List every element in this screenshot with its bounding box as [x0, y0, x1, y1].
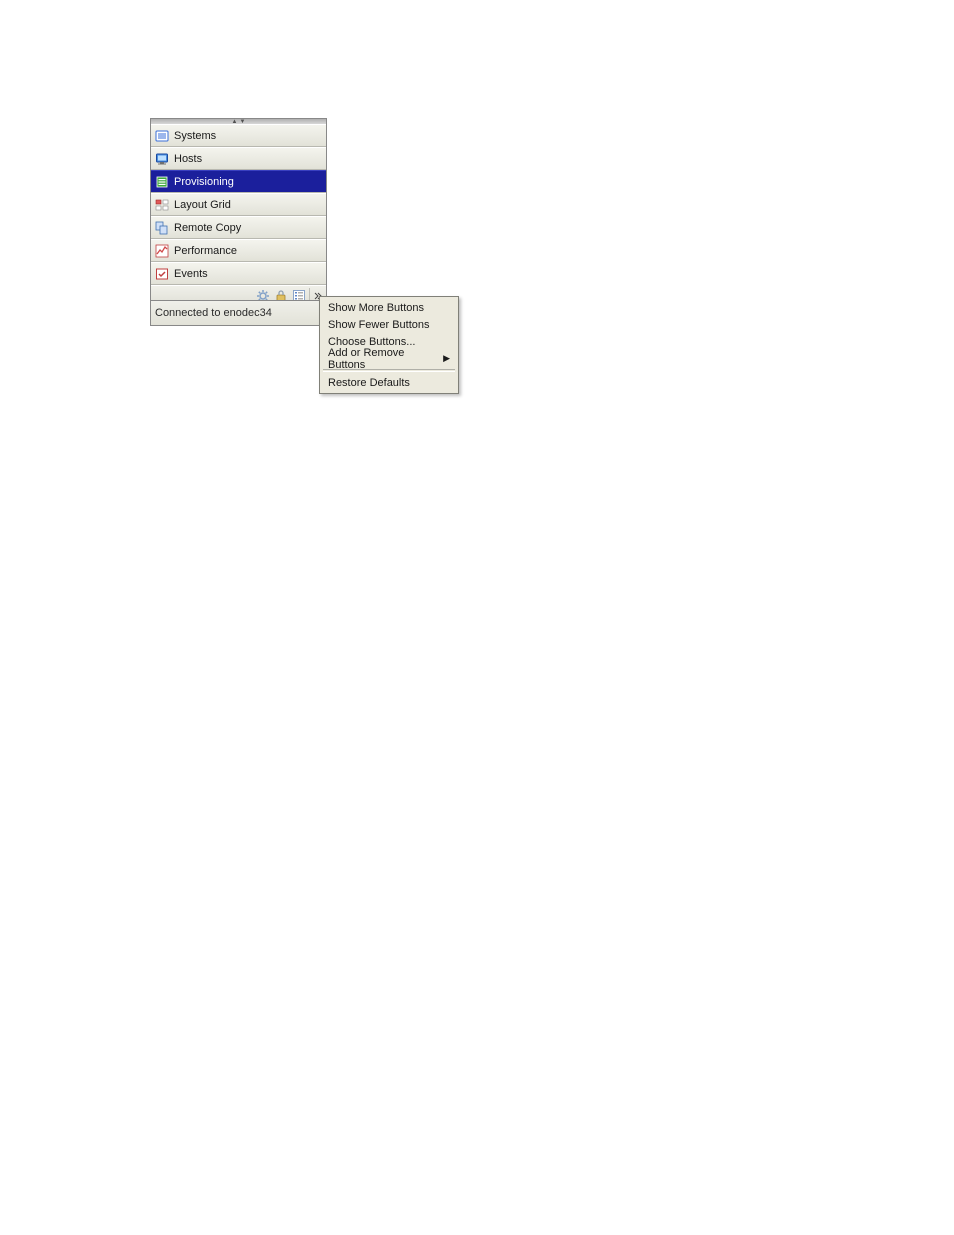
- nav-item-label: Hosts: [174, 153, 202, 165]
- nav-item-layout-grid[interactable]: Layout Grid: [151, 193, 326, 216]
- nav-item-provisioning[interactable]: Provisioning: [151, 170, 326, 193]
- nav-item-hosts[interactable]: Hosts: [151, 147, 326, 170]
- caret-down-icon: ▼: [240, 119, 246, 125]
- menu-item-label: Show Fewer Buttons: [328, 319, 430, 331]
- menu-item-label: Restore Defaults: [328, 377, 410, 389]
- nav-item-label: Remote Copy: [174, 222, 241, 234]
- nav-item-label: Events: [174, 268, 208, 280]
- nav-item-label: Systems: [174, 130, 216, 142]
- remote-copy-icon: [155, 221, 169, 235]
- nav-item-systems[interactable]: Systems: [151, 124, 326, 147]
- menu-item-restore-defaults[interactable]: Restore Defaults: [322, 374, 456, 391]
- nav-item-label: Provisioning: [174, 176, 234, 188]
- context-menu: Show More Buttons Show Fewer Buttons Cho…: [319, 296, 459, 394]
- nav-item-label: Layout Grid: [174, 199, 231, 211]
- status-bar: Connected to enodec34: [150, 300, 335, 326]
- menu-item-label: Add or Remove Buttons: [328, 347, 443, 371]
- nav-item-remote-copy[interactable]: Remote Copy: [151, 216, 326, 239]
- events-icon: [155, 267, 169, 281]
- provisioning-icon: [155, 175, 169, 189]
- status-text: Connected to enodec34: [155, 307, 272, 319]
- nav-item-label: Performance: [174, 245, 237, 257]
- performance-icon: [155, 244, 169, 258]
- submenu-arrow-icon: ▶: [443, 353, 450, 364]
- nav-item-events[interactable]: Events: [151, 262, 326, 285]
- hosts-icon: [155, 152, 169, 166]
- caret-up-icon: ▲: [232, 119, 238, 125]
- menu-item-show-fewer-buttons[interactable]: Show Fewer Buttons: [322, 316, 456, 333]
- nav-item-performance[interactable]: Performance: [151, 239, 326, 262]
- menu-item-show-more-buttons[interactable]: Show More Buttons: [322, 299, 456, 316]
- systems-icon: [155, 129, 169, 143]
- menu-item-add-remove-buttons[interactable]: Add or Remove Buttons ▶: [322, 350, 456, 367]
- layout-grid-icon: [155, 198, 169, 212]
- navigation-panel: ▲ ▼ Systems Hosts Provisioning Layout Gr…: [150, 118, 327, 306]
- menu-item-label: Show More Buttons: [328, 302, 424, 314]
